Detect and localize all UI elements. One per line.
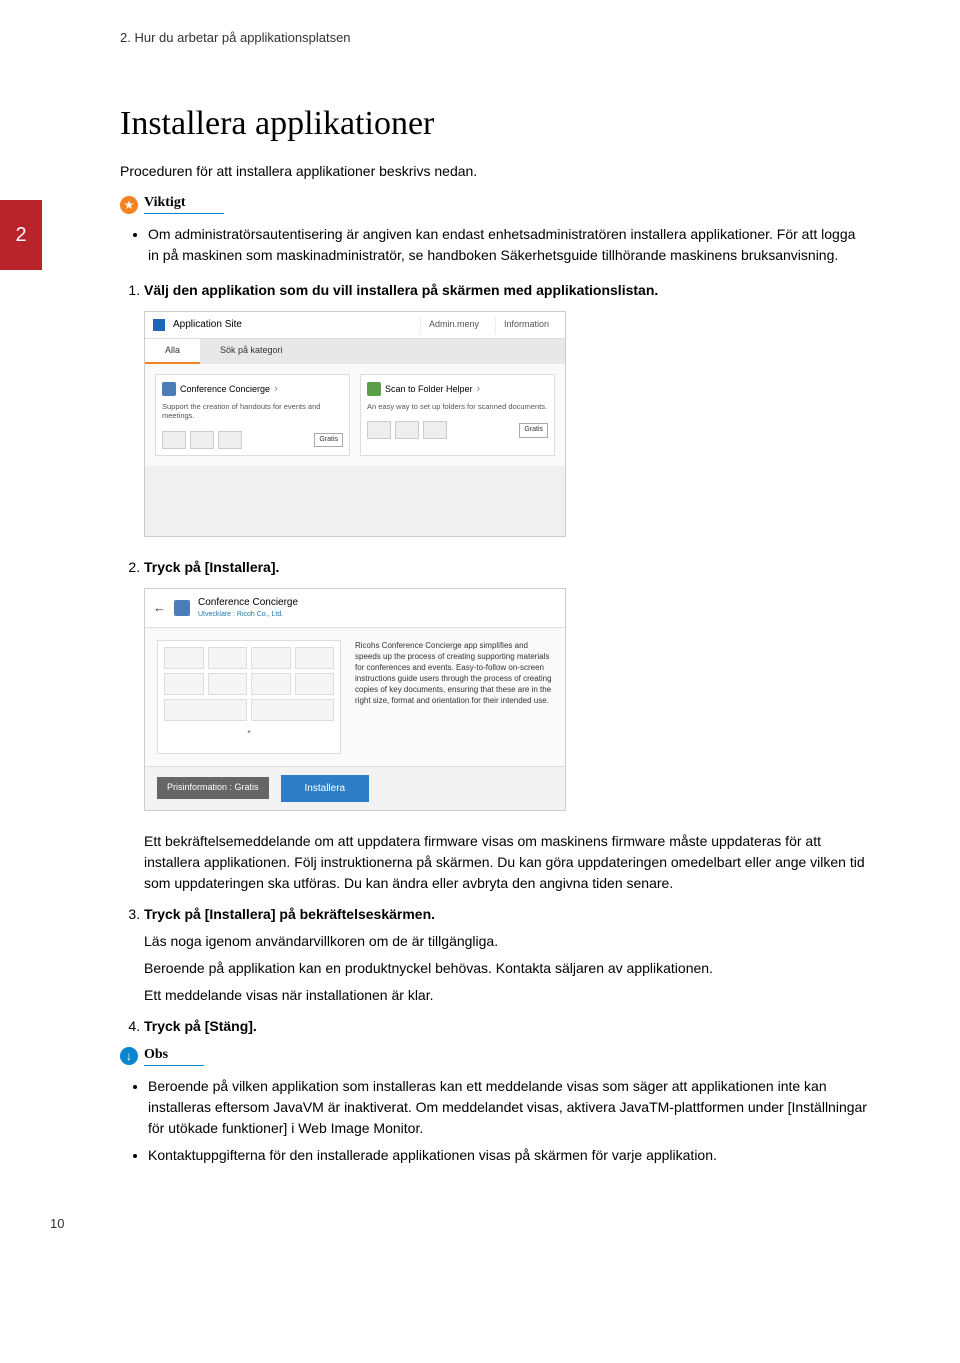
running-header: 2. Hur du arbetar på applikationsplatsen bbox=[120, 30, 870, 45]
app-card-icon bbox=[367, 382, 381, 396]
step-3-title: Tryck på [Installera] på bekräftelseskär… bbox=[144, 906, 435, 922]
page-title: Installera applikationer bbox=[120, 105, 870, 143]
step-2: Tryck på [Installera]. ← Conference Conc… bbox=[144, 557, 870, 894]
page-number: 10 bbox=[50, 1216, 870, 1231]
star-icon: ★ bbox=[120, 196, 138, 214]
important-item: Om administratörsautentisering är angive… bbox=[148, 224, 870, 266]
ss2-subtitle: Utvecklare : Ricoh Co., Ltd. bbox=[198, 610, 298, 621]
step-3-body-3: Ett meddelande visas när installationen … bbox=[144, 985, 870, 1006]
app-card: Conference Concierge › Support the creat… bbox=[155, 374, 350, 456]
step-3-body-1: Läs noga igenom användarvillkoren om de … bbox=[144, 931, 870, 952]
step-3: Tryck på [Installera] på bekräftelseskär… bbox=[144, 904, 870, 1006]
tab-category: Sök på kategori bbox=[200, 339, 303, 365]
note-item: Kontaktuppgifterna för den installerade … bbox=[148, 1145, 870, 1166]
chevron-right-icon: › bbox=[477, 381, 481, 398]
app-card-icon bbox=[162, 382, 176, 396]
intro-text: Proceduren för att installera applikatio… bbox=[120, 163, 870, 179]
back-icon: ← bbox=[153, 598, 166, 618]
admin-menu-button: Admin.meny bbox=[420, 316, 487, 334]
screenshot-app-detail: ← Conference Concierge Utvecklare : Rico… bbox=[144, 588, 566, 811]
important-list: Om administratörsautentisering är angive… bbox=[120, 224, 870, 266]
note-item: Beroende på vilken applikation som insta… bbox=[148, 1076, 870, 1139]
step-1: Välj den applikation som du vill install… bbox=[144, 280, 870, 537]
step-1-title: Välj den applikation som du vill install… bbox=[144, 282, 658, 298]
app-description: Ricohs Conference Concierge app simplifi… bbox=[355, 640, 553, 754]
note-label: Obs bbox=[144, 1047, 204, 1063]
ss1-title: Application Site bbox=[173, 317, 412, 332]
app-card-title: Scan to Folder Helper bbox=[385, 383, 473, 397]
step-3-body-2: Beroende på applikation kan en produktny… bbox=[144, 958, 870, 979]
step-2-title: Tryck på [Installera]. bbox=[144, 559, 279, 575]
app-icon bbox=[174, 600, 190, 616]
app-card-desc: An easy way to set up folders for scanne… bbox=[367, 402, 548, 412]
important-badge: ★ Viktigt bbox=[120, 195, 870, 214]
step-2-body: Ett bekräftelsemeddelande om att uppdate… bbox=[144, 831, 870, 894]
step-4-title: Tryck på [Stäng]. bbox=[144, 1018, 257, 1034]
install-button: Installera bbox=[281, 775, 370, 802]
information-button: Information bbox=[495, 316, 557, 334]
chapter-tab: 2 bbox=[0, 200, 42, 270]
note-list: Beroende på vilken applikation som insta… bbox=[120, 1076, 870, 1166]
arrow-down-icon: ↓ bbox=[120, 1047, 138, 1065]
screenshot-app-list: Application Site Admin.meny Information … bbox=[144, 311, 566, 537]
important-label: Viktigt bbox=[144, 195, 224, 211]
app-preview: • bbox=[157, 640, 341, 754]
app-card-desc: Support the creation of handouts for eve… bbox=[162, 402, 343, 422]
app-card-title: Conference Concierge bbox=[180, 383, 270, 397]
price-badge: Gratis bbox=[314, 433, 343, 448]
step-4: Tryck på [Stäng]. bbox=[144, 1016, 870, 1037]
app-card: Scan to Folder Helper › An easy way to s… bbox=[360, 374, 555, 456]
app-icon bbox=[153, 319, 165, 331]
price-badge: Gratis bbox=[519, 423, 548, 438]
price-info: Prisinformation : Gratis bbox=[157, 777, 269, 799]
ss2-title: Conference Concierge bbox=[198, 595, 298, 610]
chevron-right-icon: › bbox=[274, 381, 278, 398]
tab-all: Alla bbox=[145, 339, 200, 365]
note-badge: ↓ Obs bbox=[120, 1047, 870, 1066]
